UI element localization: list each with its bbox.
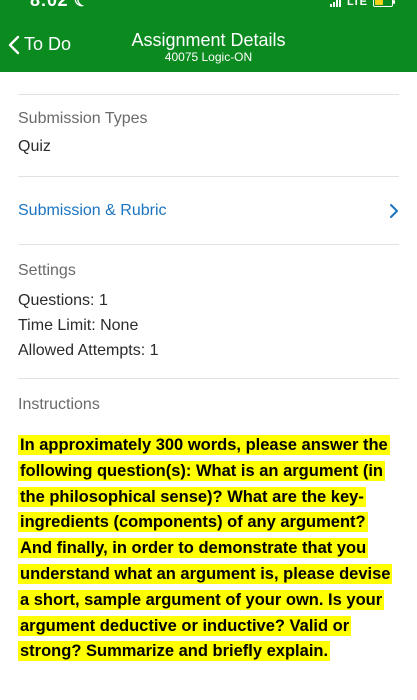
setting-questions-label: Questions: [18,292,95,309]
submission-types-value: Quiz [18,138,51,155]
chevron-left-icon [8,35,20,54]
instructions-title: Instructions [18,396,100,413]
setting-allowed-attempts-label: Allowed Attempts: [18,342,146,359]
settings-title: Settings [18,262,76,279]
chevron-right-icon [390,204,398,218]
back-button-label: To Do [24,34,72,54]
submission-rubric-row[interactable]: Submission & Rubric [18,198,399,224]
setting-time-limit-value: None [100,317,139,334]
moon-icon: ☾ [73,0,91,10]
setting-questions-value: 1 [98,292,108,309]
setting-allowed-attempts: Allowed Attempts: 1 [18,338,399,363]
setting-time-limit: Time Limit: None [18,313,399,338]
status-time-text: 8:02 [30,0,69,10]
signal-icon [330,0,342,7]
setting-time-limit-label: Time Limit: [18,317,96,334]
network-type: LTE [347,0,367,8]
submission-types-section: Submission Types Quiz [18,110,399,156]
submission-rubric-label: Submission & Rubric [18,202,167,219]
submission-types-title: Submission Types [18,110,148,127]
settings-section: Settings Questions: 1 Time Limit: None A… [18,262,399,363]
instructions-highlighted-text: In approximately 300 words, please answe… [18,435,393,662]
divider [18,176,399,177]
divider [18,94,399,95]
status-time: 8:02 ☾ [30,0,90,11]
assignment-details-content: Submission Types Quiz Submission & Rubri… [0,72,417,700]
instructions-section: Instructions [18,396,399,414]
settings-list: Questions: 1 Time Limit: None Allowed At… [18,288,399,363]
battery-icon [373,0,395,7]
setting-questions: Questions: 1 [18,288,399,313]
status-indicators: LTE [330,0,395,8]
divider [18,244,399,245]
back-button[interactable]: To Do [8,34,71,55]
divider [18,378,399,379]
instructions-body: In approximately 300 words, please answe… [18,433,399,665]
app-header: 8:02 ☾ LTE To Do Assignment Details 4007… [0,0,417,72]
setting-allowed-attempts-value: 1 [149,342,159,359]
